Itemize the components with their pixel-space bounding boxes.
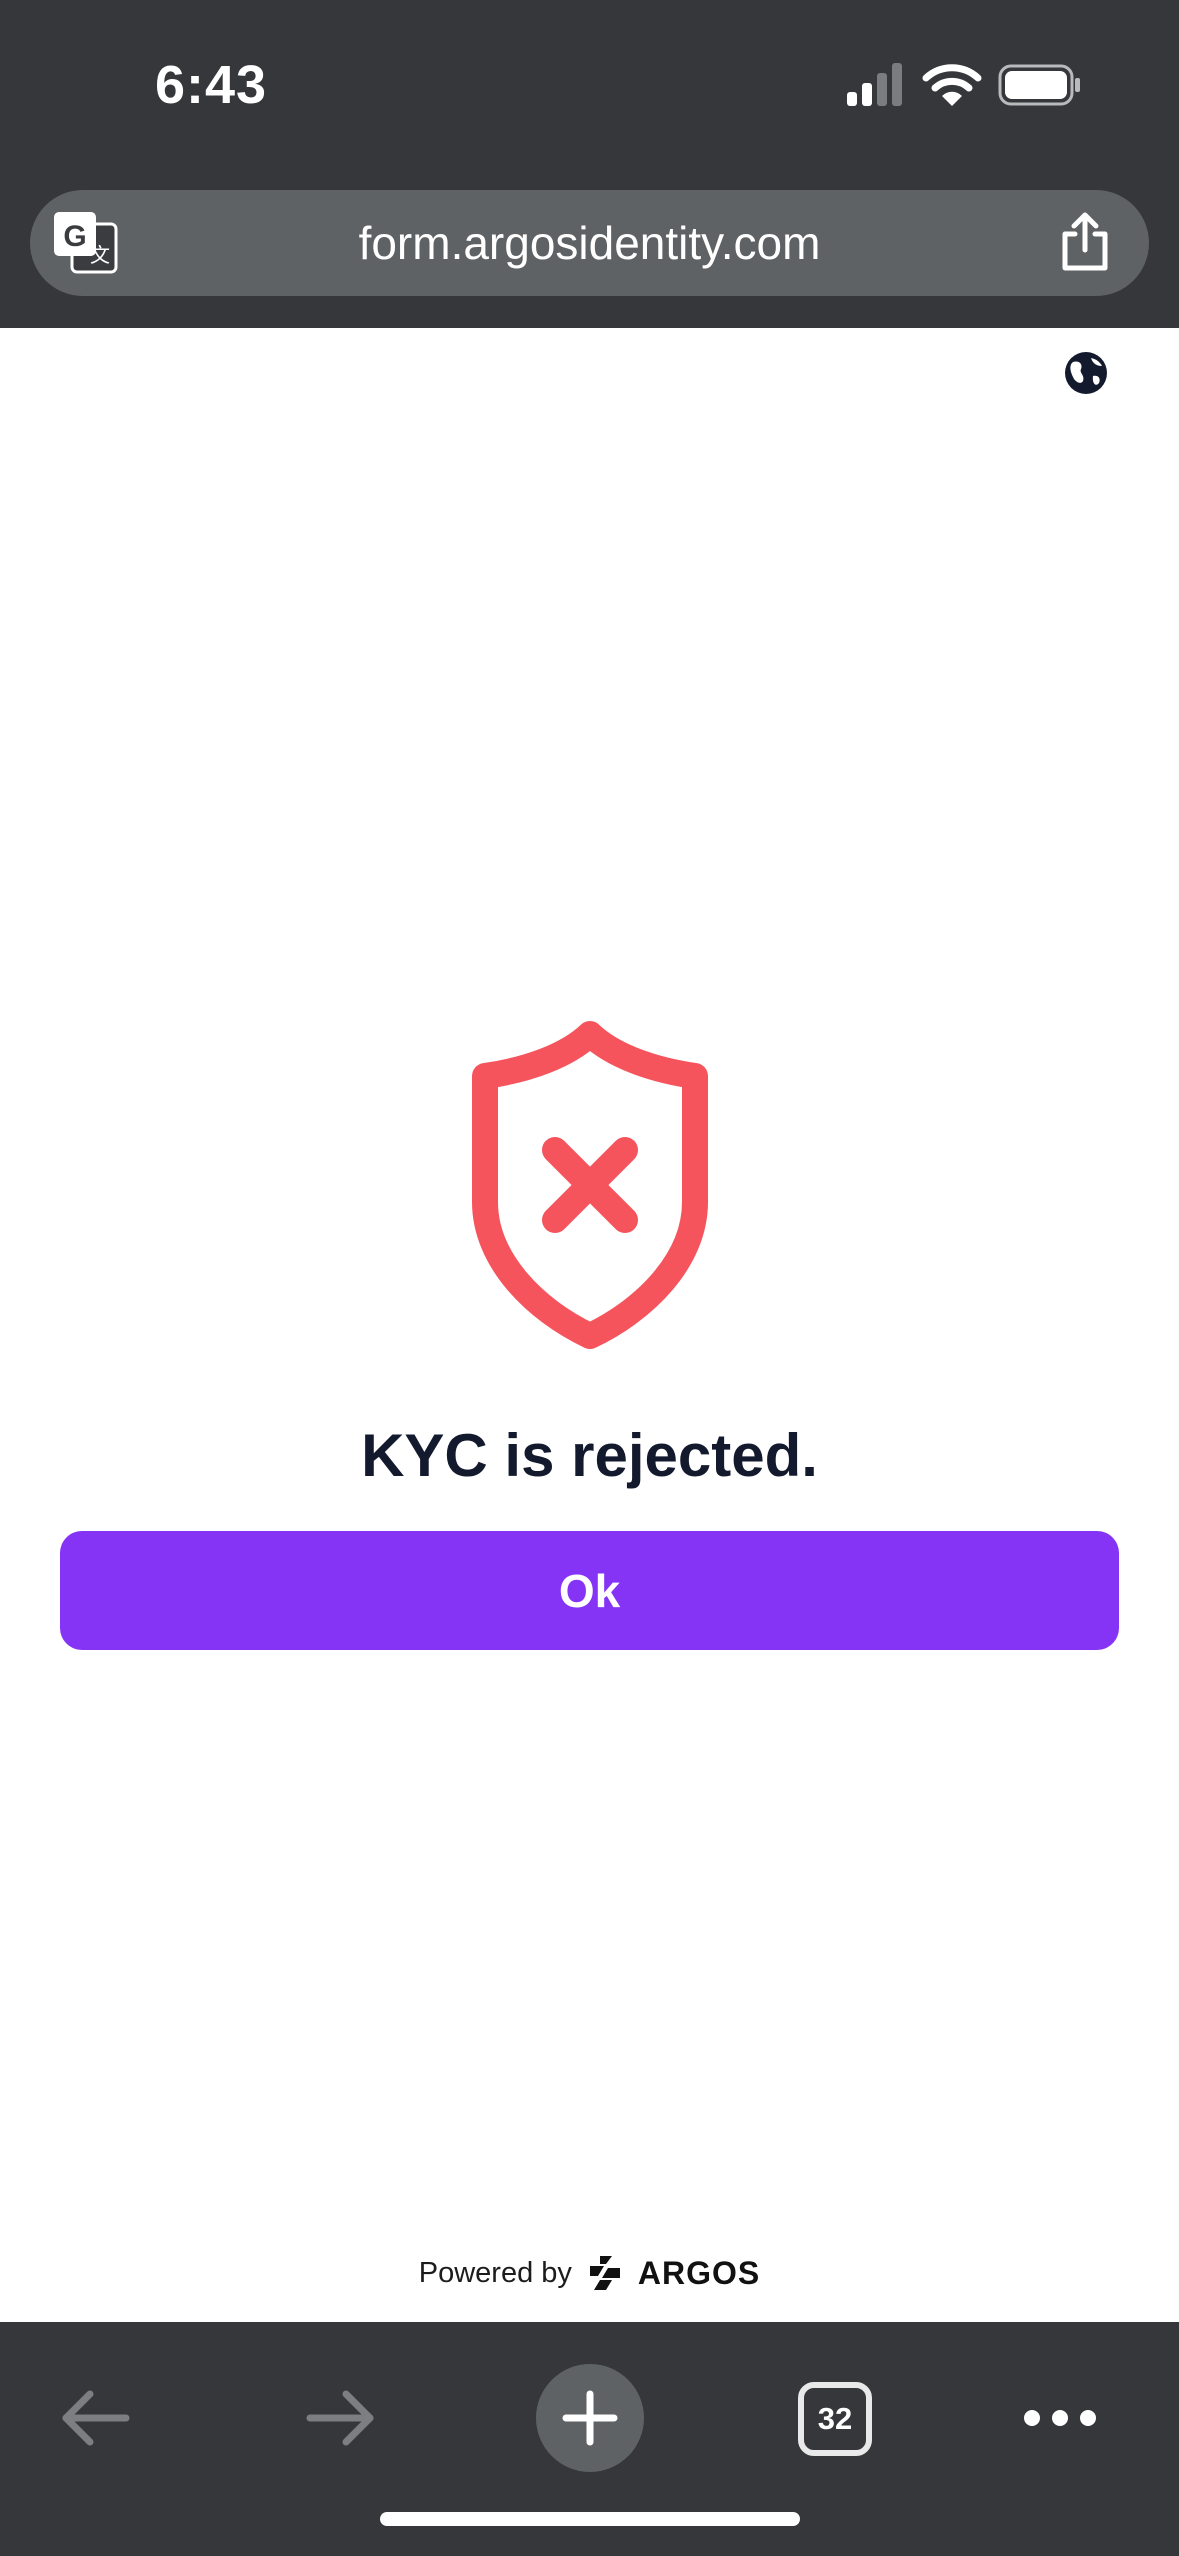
- url-text[interactable]: form.argosidentity.com: [150, 190, 1029, 296]
- ok-button[interactable]: Ok: [60, 1531, 1119, 1650]
- home-indicator[interactable]: [380, 2512, 800, 2526]
- powered-by-footer: Powered by ARGOS: [0, 2248, 1179, 2298]
- argos-brand-name: ARGOS: [637, 2254, 761, 2291]
- status-time: 6:43: [155, 55, 268, 115]
- svg-text:文: 文: [90, 244, 110, 267]
- battery-icon: [998, 64, 1080, 106]
- wifi-icon: [922, 64, 982, 106]
- phone-screen: 6:43 G 文 form.argosidentity.com KYC is r…: [0, 0, 1179, 2556]
- globe-icon[interactable]: [1063, 350, 1109, 396]
- back-arrow-icon[interactable]: [58, 2386, 132, 2450]
- plus-icon: [562, 2390, 618, 2446]
- shield-x-icon: [472, 1021, 708, 1349]
- argos-logo-icon: [589, 2256, 620, 2290]
- svg-text:G: G: [63, 220, 86, 253]
- powered-by-label: Powered by: [418, 2256, 572, 2289]
- cellular-signal-icon: [847, 63, 902, 106]
- tab-switcher-button[interactable]: 32: [798, 2382, 872, 2456]
- status-bar: 6:43: [0, 0, 1179, 180]
- translate-icon[interactable]: G 文: [52, 210, 118, 276]
- share-icon[interactable]: [1057, 212, 1113, 272]
- address-bar[interactable]: G 文 form.argosidentity.com: [30, 190, 1149, 296]
- new-tab-button[interactable]: [536, 2364, 644, 2472]
- result-title: KYC is rejected.: [361, 1422, 818, 1489]
- forward-arrow-icon[interactable]: [304, 2386, 378, 2450]
- web-page: KYC is rejected. Ok Powered by ARGOS: [0, 328, 1179, 2322]
- more-icon[interactable]: [1022, 2402, 1098, 2434]
